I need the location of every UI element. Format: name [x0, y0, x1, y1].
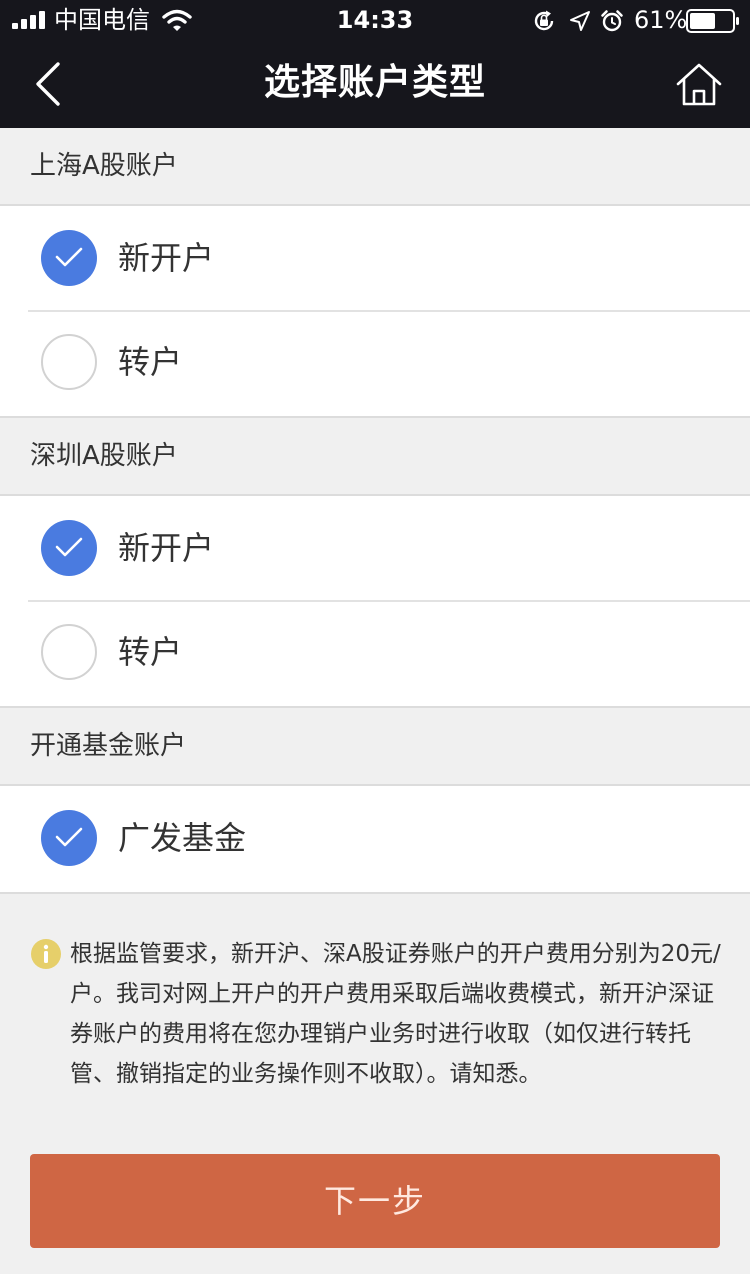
alarm-icon	[601, 10, 623, 32]
location-arrow-icon	[570, 11, 590, 31]
option-row-transfer[interactable]: 转户	[0, 600, 750, 704]
battery-percent: 61%	[634, 6, 688, 34]
option-label: 新开户	[118, 529, 215, 567]
checkmark-icon	[55, 537, 83, 557]
option-group-shenzhen: 新开户 转户	[0, 496, 750, 708]
top-bar: 中国电信 14:33 61% 选择账户类型	[0, 0, 750, 128]
rotation-lock-icon	[534, 10, 554, 31]
battery-icon	[686, 9, 739, 33]
option-label: 新开户	[118, 239, 215, 277]
option-row-transfer[interactable]: 转户	[0, 310, 750, 414]
radio-button[interactable]	[41, 520, 97, 576]
section-header-fund: 开通基金账户	[0, 708, 750, 786]
divider	[28, 600, 750, 602]
section-title: 开通基金账户	[30, 731, 187, 761]
option-group-shanghai: 新开户 转户	[0, 206, 750, 418]
option-label: 转户	[118, 343, 183, 381]
checkmark-icon	[55, 247, 83, 267]
option-row-new-account[interactable]: 新开户	[0, 206, 750, 310]
radio-button[interactable]	[41, 334, 97, 390]
radio-button[interactable]	[41, 230, 97, 286]
checkmark-icon	[55, 827, 83, 847]
radio-button[interactable]	[41, 624, 97, 680]
section-header-shenzhen: 深圳A股账户	[0, 418, 750, 496]
home-icon	[676, 63, 722, 106]
option-group-fund: 广发基金	[0, 786, 750, 894]
status-bar: 中国电信 14:33 61%	[0, 0, 750, 40]
option-label: 转户	[118, 633, 183, 671]
section-header-shanghai: 上海A股账户	[0, 128, 750, 206]
section-title: 深圳A股账户	[30, 441, 178, 471]
divider	[28, 310, 750, 312]
home-button[interactable]	[672, 58, 726, 112]
next-step-button[interactable]: 下一步	[30, 1154, 720, 1248]
option-row-gf-fund[interactable]: 广发基金	[0, 786, 750, 890]
info-icon	[31, 939, 61, 969]
page-title: 选择账户类型	[263, 62, 486, 103]
option-label: 广发基金	[118, 819, 247, 857]
back-button[interactable]	[22, 58, 74, 110]
section-title: 上海A股账户	[30, 151, 178, 181]
radio-button[interactable]	[41, 810, 97, 866]
chevron-left-icon	[36, 62, 60, 106]
nav-bar: 选择账户类型	[0, 40, 750, 128]
notice-text: 根据监管要求，新开沪、深A股证券账户的开户费用分别为20元/户。我司对网上开户的…	[70, 941, 721, 1087]
option-row-new-account[interactable]: 新开户	[0, 496, 750, 600]
